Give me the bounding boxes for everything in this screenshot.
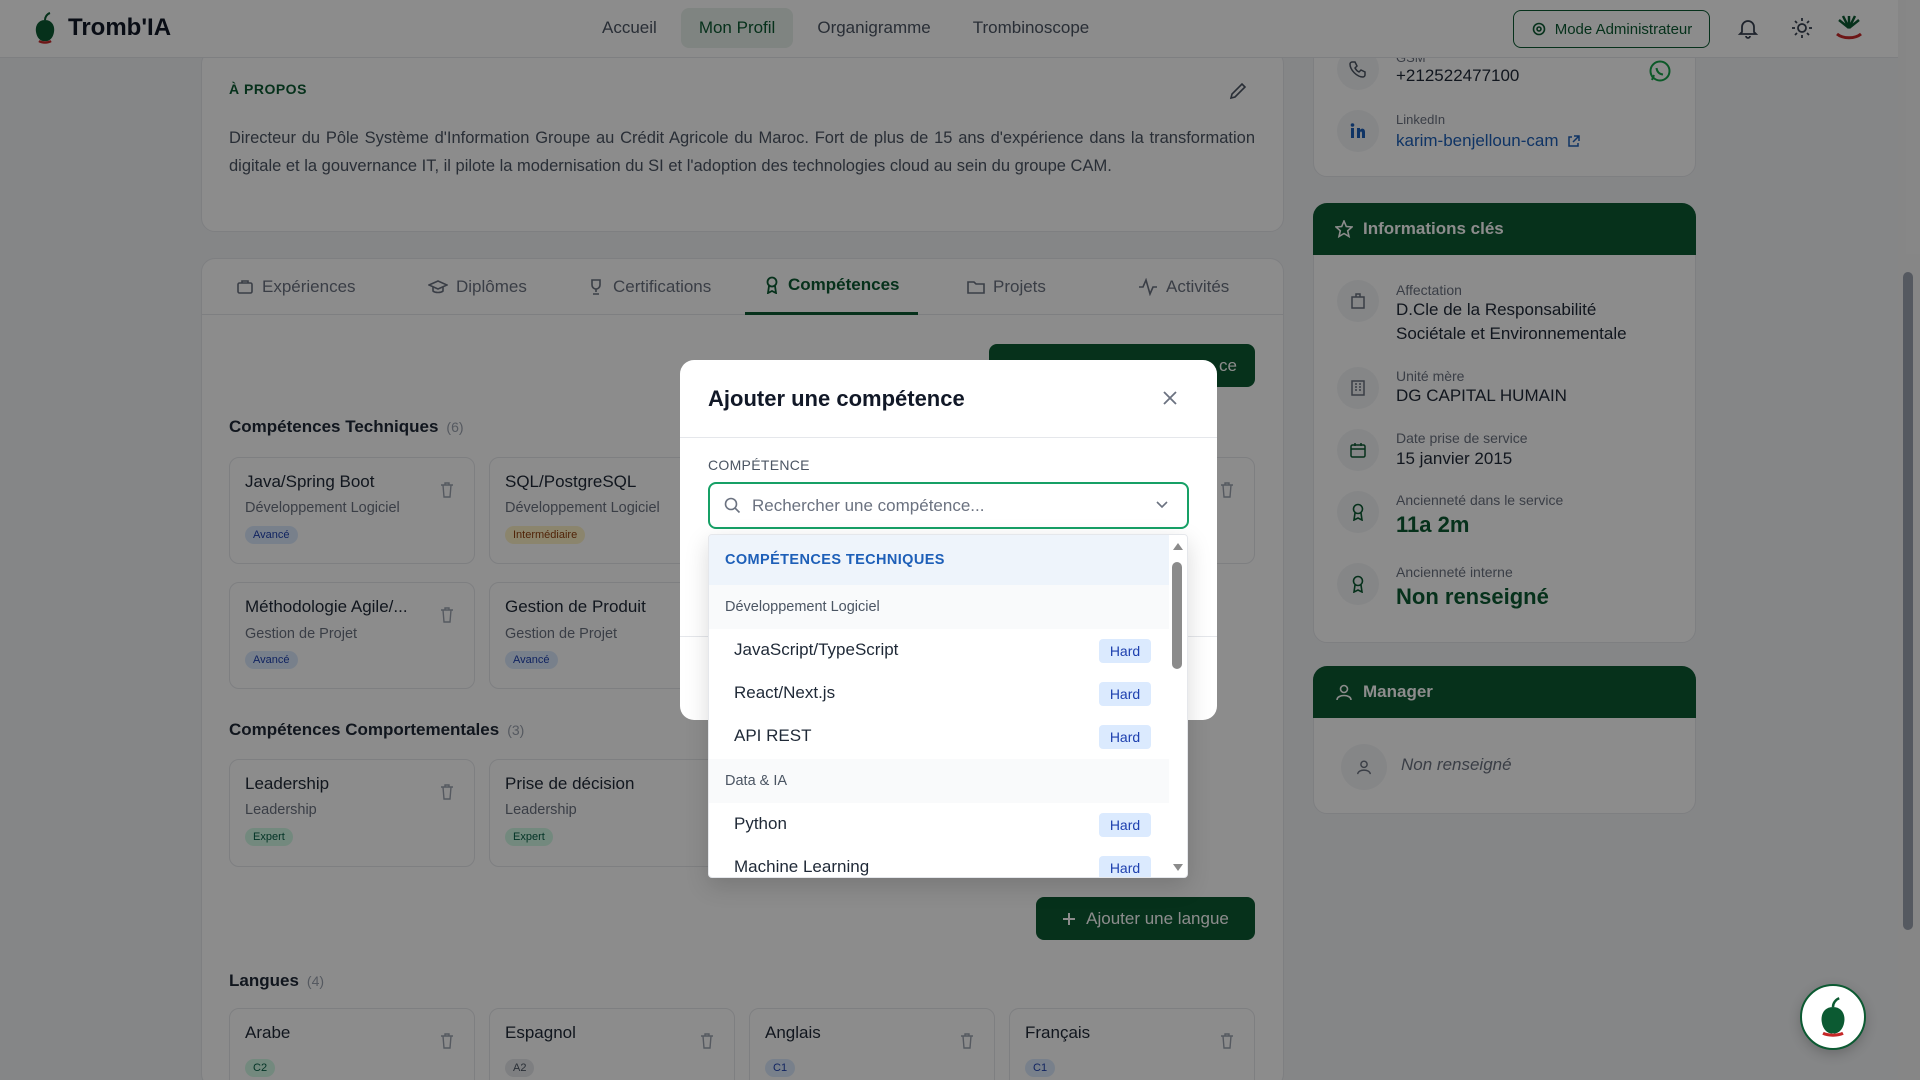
option-type-badge: Hard <box>1099 813 1151 837</box>
option-type-badge: Hard <box>1099 856 1151 877</box>
dropdown-option[interactable]: Python Hard <box>709 803 1169 846</box>
option-type-badge: Hard <box>1099 682 1151 706</box>
dropdown-option[interactable]: Machine Learning Hard <box>709 846 1169 877</box>
dropdown-option[interactable]: React/Next.js Hard <box>709 672 1169 715</box>
competence-search-input[interactable] <box>752 493 1142 519</box>
dropdown-subgroup: Data & IA <box>709 759 1169 803</box>
competence-dropdown: COMPÉTENCES TECHNIQUES Développement Log… <box>708 534 1188 878</box>
option-label: API REST <box>734 726 812 745</box>
close-icon[interactable] <box>1162 390 1178 406</box>
dropdown-group-header: COMPÉTENCES TECHNIQUES <box>709 535 1169 585</box>
assistant-button[interactable] <box>1800 984 1866 1050</box>
dropdown-subgroup: Développement Logiciel <box>709 585 1169 629</box>
chevron-down-icon[interactable] <box>1156 501 1168 509</box>
dropdown-option[interactable]: JavaScript/TypeScript Hard <box>709 629 1169 672</box>
option-label: Machine Learning <box>734 857 870 876</box>
search-icon <box>724 497 741 514</box>
divider <box>680 437 1217 438</box>
competence-field-label: COMPÉTENCE <box>708 457 810 473</box>
scroll-up-arrow-icon[interactable] <box>1172 541 1184 551</box>
option-label: Python <box>734 814 787 833</box>
option-type-badge: Hard <box>1099 639 1151 663</box>
option-label: JavaScript/TypeScript <box>734 640 899 659</box>
option-label: React/Next.js <box>734 683 836 702</box>
modal-title: Ajouter une compétence <box>708 386 965 411</box>
option-type-badge: Hard <box>1099 725 1151 749</box>
dropdown-scrollbar-thumb[interactable] <box>1172 562 1182 669</box>
dropdown-option[interactable]: API REST Hard <box>709 715 1169 758</box>
apple-logo-icon <box>1821 997 1845 1037</box>
scroll-down-arrow-icon[interactable] <box>1172 863 1184 873</box>
competence-search-box <box>708 482 1189 529</box>
